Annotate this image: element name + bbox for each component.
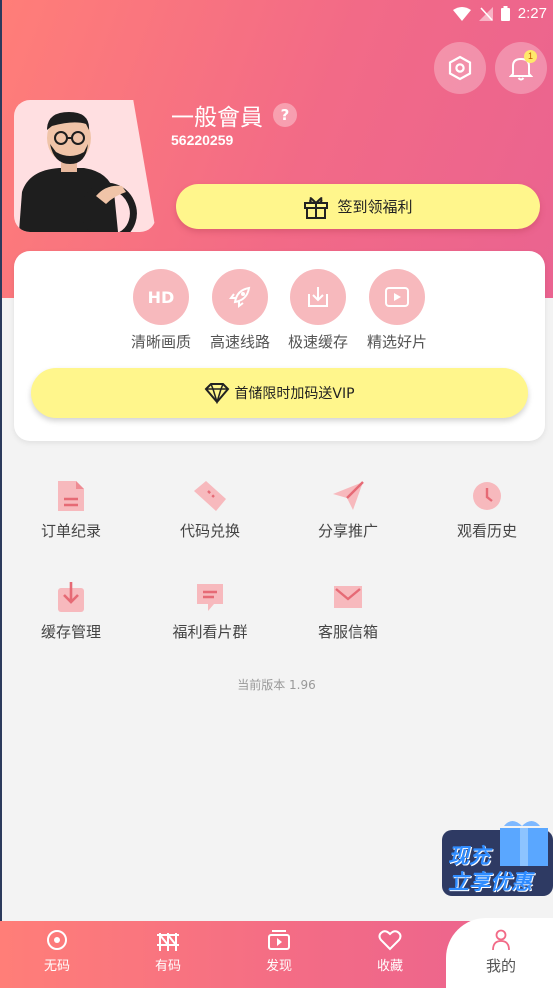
feature-cache[interactable]: 极速缓存 — [278, 269, 358, 352]
status-time: 2:27 — [517, 5, 547, 22]
member-level-row: 一般會員 ? — [171, 98, 297, 132]
avatar[interactable] — [14, 100, 156, 232]
window-edge — [0, 0, 2, 988]
download-icon — [308, 287, 328, 307]
tool-welfare-group[interactable]: 福利看片群 — [155, 579, 265, 642]
tool-label: 观看历史 — [456, 522, 517, 540]
wifi-icon — [452, 6, 471, 21]
play-icon — [385, 287, 409, 307]
gift-icon — [304, 196, 329, 219]
vip-promo-button[interactable]: 首储限时加码送VIP — [31, 368, 528, 418]
tab-censored[interactable]: 有码 — [123, 921, 213, 988]
signin-label: 签到领福利 — [337, 198, 413, 216]
vip-card: HD 清晰画质 高速线路 极速缓存 精选好片 首储限时加码送VIP — [14, 251, 545, 441]
rocket-icon — [229, 286, 251, 308]
tool-label: 分享推广 — [317, 522, 378, 540]
tab-label: 收藏 — [376, 959, 403, 974]
fence-icon — [157, 933, 179, 951]
driver-illustration — [19, 112, 137, 232]
signal-off-icon — [478, 6, 493, 21]
tab-favorites[interactable]: 收藏 — [345, 921, 435, 988]
help-icon[interactable]: ? — [273, 103, 297, 127]
tool-cache-manage[interactable]: 缓存管理 — [16, 579, 126, 642]
settings-button[interactable] — [434, 42, 486, 94]
tab-label: 无码 — [43, 959, 70, 974]
status-bar: 2:27 — [0, 0, 553, 30]
user-id: 56220259 — [171, 132, 234, 148]
feature-label: 高速线路 — [209, 333, 270, 351]
tab-discover[interactable]: 发现 — [234, 921, 324, 988]
settings-hexagon-icon — [448, 55, 472, 81]
feature-label: 极速缓存 — [287, 333, 348, 351]
tab-label: 我的 — [485, 957, 516, 975]
recharge-promo-badge[interactable]: 现充 立享优惠 — [442, 816, 553, 898]
member-level: 一般會員 — [171, 105, 263, 131]
tool-label: 代码兑换 — [179, 522, 240, 540]
tool-label: 订单纪录 — [40, 522, 101, 540]
tool-share[interactable]: 分享推广 — [293, 478, 403, 541]
promo-line-2: 立享优惠 — [448, 870, 532, 894]
user-icon — [492, 929, 510, 951]
tab-label: 有码 — [154, 959, 181, 974]
vip-promo-label: 首储限时加码送VIP — [234, 386, 355, 402]
tool-support-mail[interactable]: 客服信箱 — [293, 579, 403, 642]
clock-icon — [473, 482, 501, 510]
video-icon — [268, 930, 290, 950]
signin-welfare-button[interactable]: 签到领福利 — [176, 184, 540, 229]
tab-uncensored[interactable]: 无码 — [12, 921, 102, 988]
notification-button[interactable]: 1 — [495, 42, 547, 94]
feature-selected[interactable]: 精选好片 — [357, 269, 437, 352]
notification-badge: 1 — [524, 50, 537, 63]
download-arrow-icon — [58, 582, 84, 612]
tool-label: 福利看片群 — [172, 623, 248, 641]
tab-label: 发现 — [265, 959, 292, 974]
mail-icon — [334, 586, 362, 608]
paper-plane-icon — [333, 481, 364, 510]
tool-history[interactable]: 观看历史 — [432, 478, 542, 541]
document-icon — [58, 481, 84, 511]
tool-label: 客服信箱 — [317, 623, 378, 641]
feature-hd[interactable]: HD 清晰画质 — [121, 269, 201, 352]
ticket-icon — [194, 481, 226, 511]
heart-icon — [378, 930, 402, 951]
feature-speed[interactable]: 高速线路 — [200, 269, 280, 352]
tool-orders[interactable]: 订单纪录 — [16, 478, 126, 541]
version-text: 当前版本 1.96 — [237, 678, 316, 692]
hd-icon: HD — [133, 269, 189, 325]
feature-label: 清晰画质 — [130, 333, 191, 351]
tool-label: 缓存管理 — [40, 623, 101, 641]
tab-mine[interactable]: 我的 — [456, 921, 546, 988]
battery-icon — [500, 6, 510, 21]
diamond-icon — [205, 383, 230, 404]
chat-icon — [197, 584, 223, 611]
tool-code-redeem[interactable]: 代码兑换 — [155, 478, 265, 541]
feature-label: 精选好片 — [366, 333, 427, 351]
disc-icon — [47, 930, 67, 950]
